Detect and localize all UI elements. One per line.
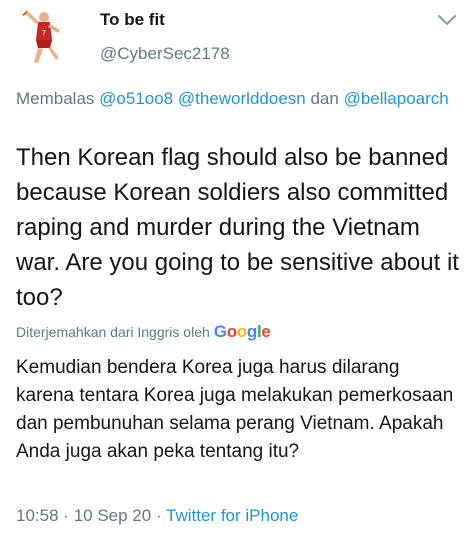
reply-context: Membalas @o51oo8 @theworlddoesn dan @bel… [16, 86, 456, 112]
svg-text:7: 7 [42, 29, 46, 37]
user-handle[interactable]: @CyberSec2178 [100, 44, 230, 64]
tweet-meta: 10:58 · 10 Sep 20 · Twitter for iPhone [16, 506, 298, 526]
meta-separator: · [63, 506, 69, 525]
mention-link[interactable]: @theworlddoesn [178, 89, 306, 108]
translation-label: Diterjemahkan dari Inggris oleh [16, 324, 210, 340]
display-name[interactable]: To be fit [100, 10, 165, 30]
tweet-source-link[interactable]: Twitter for iPhone [166, 506, 298, 525]
tweet-text: Then Korean flag should also be banned b… [16, 144, 459, 311]
translated-text: Kemudian bendera Korea juga harus dilara… [16, 357, 454, 462]
chevron-down-icon[interactable] [436, 12, 458, 28]
google-logo[interactable]: Google [214, 322, 271, 342]
translation-attribution: Diterjemahkan dari Inggris oleh Google [16, 322, 271, 342]
mention-link[interactable]: @bellapoarch [344, 89, 449, 108]
tweet-time[interactable]: 10:58 [16, 506, 59, 525]
meta-separator: · [155, 506, 162, 525]
avatar[interactable]: 7 [14, 4, 80, 70]
mention-link[interactable]: @o51oo8 [99, 89, 173, 108]
basketball-player-icon: 7 [14, 4, 80, 70]
tweet-date[interactable]: 10 Sep 20 [74, 506, 152, 525]
tweet-header: 7 To be fit @CyberSec2178 [0, 0, 472, 80]
reply-conjunction: dan [310, 89, 339, 108]
reply-prefix: Membalas [16, 89, 95, 108]
